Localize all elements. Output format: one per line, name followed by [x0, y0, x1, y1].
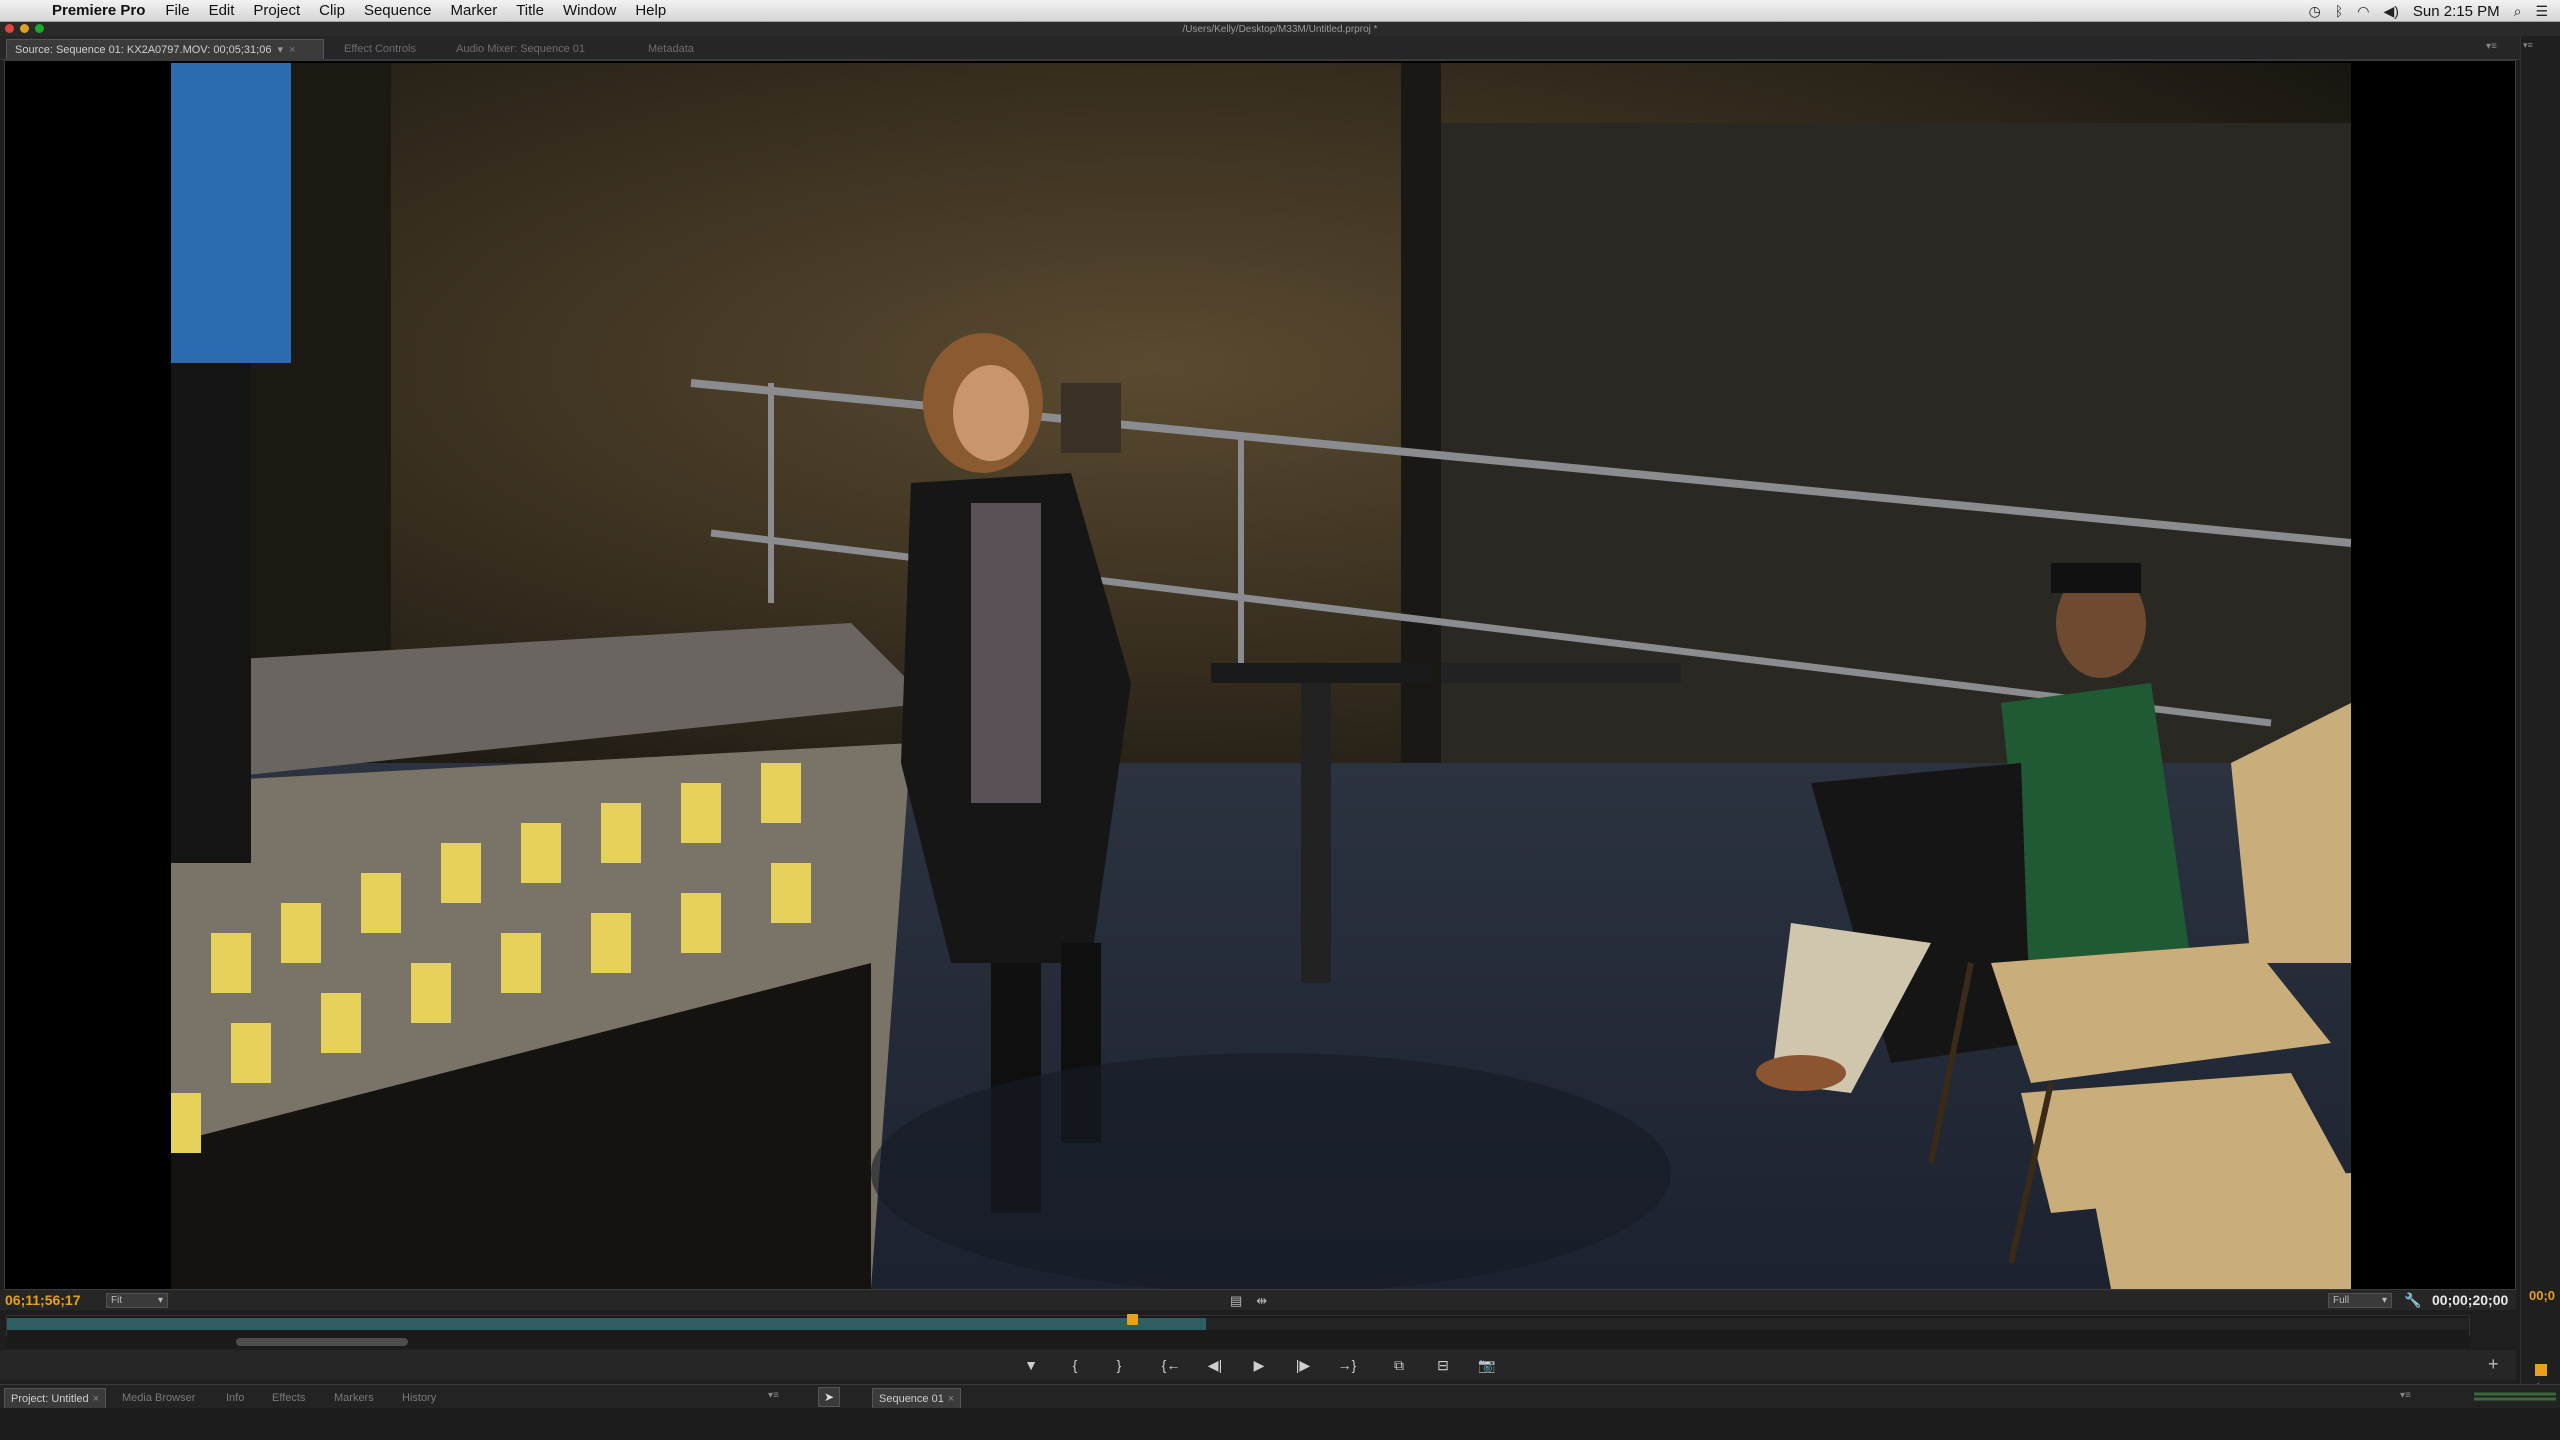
duration-timecode: 00;00;20;00: [2432, 1292, 2509, 1308]
bottom-panels-area: [0, 1408, 2560, 1440]
tab-markers[interactable]: Markers: [328, 1388, 380, 1408]
zoom-level-select[interactable]: Fit ▾: [106, 1293, 168, 1308]
time-ruler[interactable]: [6, 1314, 2470, 1337]
video-frame[interactable]: [171, 63, 2351, 1289]
right-panel-strip: ▾≡ 00;0 +: [2520, 36, 2560, 1398]
panel-menu-icon-right[interactable]: ▾≡: [2523, 40, 2533, 51]
playback-resolution-value: Full: [2333, 1295, 2350, 1306]
add-marker-button[interactable]: ▼: [1016, 1354, 1046, 1376]
zoom-window-icon[interactable]: [35, 24, 44, 33]
window-title-bar: /Users/Kelly/Desktop/M33M/Untitled.prpro…: [0, 22, 2560, 36]
minimize-window-icon[interactable]: [20, 24, 29, 33]
time-machine-icon[interactable]: ◷: [2309, 3, 2321, 20]
step-back-button[interactable]: ◀|: [1200, 1354, 1230, 1376]
step-forward-button[interactable]: |▶: [1288, 1354, 1318, 1376]
close-icon[interactable]: ×: [948, 1393, 954, 1405]
video-frame-image: [171, 63, 2351, 1289]
drag-audio-icon[interactable]: ⇹: [1256, 1293, 1267, 1309]
timeline-remainder: [1206, 1318, 2469, 1330]
zoom-scroll-handle[interactable]: [236, 1338, 408, 1346]
overwrite-button[interactable]: ⊟: [1428, 1354, 1458, 1376]
in-out-range: [7, 1318, 1206, 1330]
tab-sequence[interactable]: Sequence 01 ×: [872, 1388, 962, 1408]
menu-sequence[interactable]: Sequence: [364, 2, 432, 19]
zoom-scroll-bar[interactable]: [6, 1336, 2470, 1348]
close-icon[interactable]: ×: [93, 1393, 99, 1405]
settings-wrench-icon[interactable]: 🔧: [2404, 1292, 2421, 1309]
menu-edit[interactable]: Edit: [209, 2, 235, 19]
tab-info[interactable]: Info: [220, 1388, 250, 1408]
play-button[interactable]: ▶: [1244, 1354, 1274, 1376]
window-controls: [5, 24, 44, 33]
bottom-panel-tabs: Project: Untitled × Media Browser Info Ef…: [0, 1384, 2560, 1408]
clock[interactable]: Sun 2:15 PM: [2413, 3, 2500, 20]
close-icon[interactable]: ×: [289, 44, 295, 56]
menu-help[interactable]: Help: [635, 2, 666, 19]
tab-project-label: Project: Untitled: [11, 1393, 89, 1405]
tab-history[interactable]: History: [396, 1388, 442, 1408]
menu-file[interactable]: File: [165, 2, 189, 19]
selection-tool[interactable]: ➤: [818, 1387, 840, 1407]
volume-icon[interactable]: ◀): [2383, 3, 2398, 20]
timeline-panel-menu-icon[interactable]: ▾≡: [2400, 1390, 2411, 1401]
transport-controls: ▼ { } {← ◀| ▶ |▶ →} ⧉ ⊟ 📷 +: [0, 1350, 2516, 1380]
bluetooth-icon[interactable]: ᛒ: [2335, 3, 2343, 19]
program-playhead-icon[interactable]: [2535, 1364, 2547, 1376]
drag-video-icon[interactable]: ▤: [1230, 1293, 1242, 1309]
chevron-down-icon: ▾: [2381, 1295, 2387, 1306]
window-title: /Users/Kelly/Desktop/M33M/Untitled.prpro…: [1182, 23, 1378, 35]
playback-resolution-select[interactable]: Full ▾: [2328, 1293, 2392, 1308]
tab-effects[interactable]: Effects: [266, 1388, 311, 1408]
menu-marker[interactable]: Marker: [451, 2, 498, 19]
tab-project[interactable]: Project: Untitled ×: [4, 1388, 107, 1408]
tab-source-monitor[interactable]: Source: Sequence 01: KX2A0797.MOV: 00;05…: [6, 39, 324, 59]
panel-menu-icon[interactable]: ▾≡: [2486, 41, 2497, 52]
menu-project[interactable]: Project: [253, 2, 300, 19]
source-dropdown-icon[interactable]: ▾: [277, 44, 283, 56]
source-monitor: [4, 60, 2516, 1290]
audio-meter-bars: [2474, 1392, 2556, 1401]
menu-bar: Premiere Pro File Edit Project Clip Sequ…: [0, 0, 2560, 22]
close-window-icon[interactable]: [5, 24, 14, 33]
menu-title[interactable]: Title: [516, 2, 544, 19]
monitor-info-row: 06;11;56;17 Fit ▾ ▤ ⇹ Full ▾ 🔧 00;00;20;00: [0, 1290, 2516, 1310]
program-timecode-partial: 00;0: [2529, 1288, 2556, 1303]
button-editor-add-icon[interactable]: +: [2488, 1354, 2499, 1375]
menu-app-name[interactable]: Premiere Pro: [52, 2, 145, 19]
mark-out-button[interactable]: }: [1104, 1354, 1134, 1376]
notification-center-icon[interactable]: ☰: [2535, 3, 2548, 20]
spotlight-icon[interactable]: ⌕: [2514, 3, 2522, 20]
mark-in-button[interactable]: {: [1060, 1354, 1090, 1376]
tab-audio-mixer[interactable]: Audio Mixer: Sequence 01: [448, 39, 593, 59]
go-to-in-button[interactable]: {←: [1156, 1354, 1186, 1376]
export-frame-button[interactable]: 📷: [1472, 1354, 1502, 1376]
tab-effect-controls[interactable]: Effect Controls: [336, 39, 424, 59]
status-area: ◷ ᛒ ◠ ◀) Sun 2:15 PM ⌕ ☰: [2309, 0, 2548, 22]
tab-media-browser[interactable]: Media Browser: [116, 1388, 201, 1408]
drag-icons: ▤ ⇹: [1230, 1293, 1267, 1309]
menu-clip[interactable]: Clip: [319, 2, 345, 19]
monitor-panel-tabs: Source: Sequence 01: KX2A0797.MOV: 00;05…: [0, 36, 2560, 60]
chevron-down-icon: ▾: [157, 1295, 163, 1306]
menu-window[interactable]: Window: [563, 2, 616, 19]
go-to-out-button[interactable]: →}: [1332, 1354, 1362, 1376]
insert-button[interactable]: ⧉: [1384, 1354, 1414, 1376]
panel-menu-icon[interactable]: ▾≡: [768, 1390, 779, 1401]
tab-sequence-label: Sequence 01: [879, 1393, 944, 1405]
audio-meter: [2470, 1388, 2560, 1408]
playhead[interactable]: [1127, 1314, 1138, 1325]
zoom-level-value: Fit: [111, 1295, 123, 1306]
tab-source-label: Source: Sequence 01: KX2A0797.MOV: 00;05…: [15, 44, 272, 56]
tab-metadata[interactable]: Metadata: [640, 39, 702, 59]
current-timecode[interactable]: 06;11;56;17: [5, 1292, 81, 1308]
wifi-icon[interactable]: ◠: [2357, 3, 2369, 20]
